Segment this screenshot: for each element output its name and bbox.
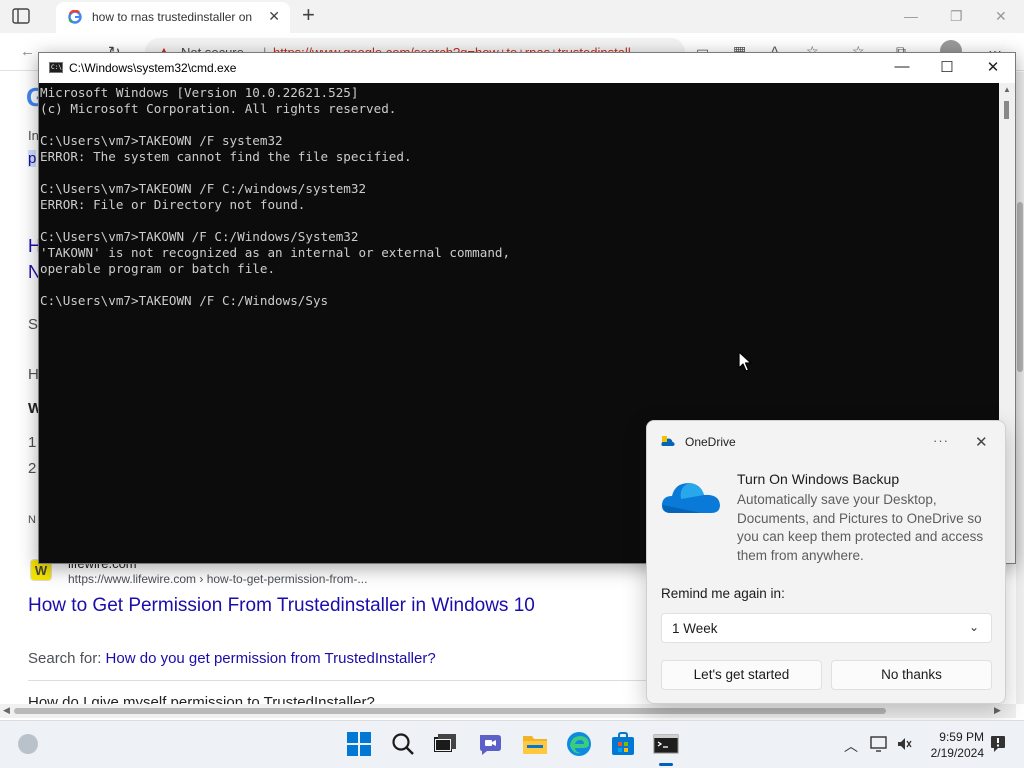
tab-close-icon[interactable]: ✕ xyxy=(268,8,280,25)
volume-icon[interactable] xyxy=(896,736,912,752)
console-line: Microsoft Windows [Version 10.0.22621.52… xyxy=(40,85,359,100)
notification-body: Automatically save your Desktop, Documen… xyxy=(737,492,984,563)
start-icon[interactable] xyxy=(346,731,372,757)
search-icon[interactable] xyxy=(390,731,416,757)
remind-select-value[interactable]: 1 Week xyxy=(672,621,718,636)
cmd-close-icon[interactable]: ✕ xyxy=(978,58,1008,76)
browser-tab[interactable]: how to rnas trustedinstaller on ✕ xyxy=(56,2,290,33)
edge-icon[interactable] xyxy=(566,731,592,757)
task-view-icon[interactable] xyxy=(432,731,458,757)
cmd-window-title: C:\Windows\system32\cmd.exe xyxy=(69,61,237,75)
hidden-text-fragment: S xyxy=(28,316,39,333)
notification-more-icon[interactable]: ··· xyxy=(933,433,949,448)
console-line: (c) Microsoft Corporation. All rights re… xyxy=(40,101,397,116)
cmd-icon xyxy=(653,734,679,754)
tab-title: how to rnas trustedinstaller on xyxy=(92,10,253,24)
cmd-app-icon: C:\ xyxy=(49,62,63,73)
cmd-minimize-icon[interactable]: — xyxy=(887,58,917,75)
hidden-text-fragment: p xyxy=(28,150,37,167)
lets-get-started-button[interactable]: Let's get started xyxy=(661,660,822,690)
result-site-url[interactable]: https://www.lifewire.com › how-to-get-pe… xyxy=(68,572,367,586)
tab-actions-icon[interactable] xyxy=(12,8,30,24)
cmd-title-bar[interactable]: C:\ C:\Windows\system32\cmd.exe — ☐ ✕ xyxy=(39,53,1015,83)
page-horizontal-scrollbar[interactable]: ◀ ▶ xyxy=(0,704,1016,718)
console-line: 'TAKOWN' is not recognized as an interna… xyxy=(40,245,511,260)
clock[interactable]: 9:59 PM 2/19/2024 xyxy=(922,729,984,761)
teams-chat-icon[interactable] xyxy=(477,731,503,757)
console-line: C:\Users\vm7>TAKOWN /F C:/Windows/System… xyxy=(40,229,359,244)
taskbar: ︿ 9:59 PM 2/19/2024 xyxy=(0,720,1024,768)
search-for-link[interactable]: How do you get permission from TrustedIn… xyxy=(106,650,436,667)
no-thanks-button[interactable]: No thanks xyxy=(831,660,992,690)
console-line: operable program or batch file. xyxy=(40,261,276,276)
notifications-icon[interactable] xyxy=(990,735,1006,753)
result-title-link[interactable]: How to Get Permission From Trustedinstal… xyxy=(28,595,535,617)
file-explorer-icon[interactable] xyxy=(522,731,548,757)
notification-close-icon[interactable]: ✕ xyxy=(975,433,988,451)
clock-date: 2/19/2024 xyxy=(930,746,984,760)
back-icon[interactable]: ← xyxy=(20,43,35,60)
show-hidden-icons-icon[interactable]: ︿ xyxy=(844,736,858,756)
remind-label: Remind me again in: xyxy=(661,586,785,601)
browser-minimize-icon[interactable]: — xyxy=(904,8,918,24)
network-icon[interactable] xyxy=(870,736,888,752)
notification-app-name: OneDrive xyxy=(685,435,736,449)
console-line: C:\Users\vm7>TAKEOWN /F system32 xyxy=(40,133,283,148)
chevron-down-icon[interactable]: ⌄ xyxy=(969,620,979,634)
browser-restore-icon[interactable]: ❐ xyxy=(950,8,963,25)
scroll-left-icon[interactable]: ◀ xyxy=(3,705,10,716)
search-for-row: Search for: How do you get permission fr… xyxy=(28,650,436,667)
cmd-scroll-thumb[interactable] xyxy=(1004,101,1009,119)
browser-close-icon[interactable]: ✕ xyxy=(995,8,1007,25)
browser-tab-strip: how to rnas trustedinstaller on ✕ + — ❐ … xyxy=(0,0,1024,33)
new-tab-icon[interactable]: + xyxy=(302,4,315,26)
related-question-text[interactable]: How do I give myself permission to Trust… xyxy=(28,694,375,704)
cmd-taskbar-button[interactable] xyxy=(653,731,679,766)
store-icon[interactable] xyxy=(610,731,636,757)
console-line: ERROR: File or Directory not found. xyxy=(40,197,306,212)
active-app-indicator xyxy=(659,763,673,766)
result-divider xyxy=(28,680,648,681)
page-scroll-thumb[interactable] xyxy=(1017,202,1023,372)
hidden-text-fragment: N xyxy=(28,514,36,526)
google-favicon-icon xyxy=(68,10,82,24)
page-vertical-scrollbar[interactable] xyxy=(1016,72,1024,704)
cmd-maximize-icon[interactable]: ☐ xyxy=(932,58,962,76)
notification-heading: Turn On Windows Backup xyxy=(737,471,900,487)
search-for-label: Search for: xyxy=(28,650,102,667)
onedrive-notification[interactable]: OneDrive ··· ✕ Turn On Windows Backup Au… xyxy=(646,420,1006,704)
console-input-line[interactable]: C:\Users\vm7>TAKEOWN /F C:/Windows/Sys xyxy=(40,293,999,309)
console-line: C:\Users\vm7>TAKEOWN /F C:/windows/syste… xyxy=(40,181,367,196)
onedrive-cloud-icon xyxy=(661,483,720,513)
hidden-text-fragment: 2 xyxy=(28,460,37,477)
cmd-scroll-up-icon[interactable]: ▲ xyxy=(1003,85,1011,94)
mouse-cursor-icon xyxy=(738,351,752,372)
console-line: ERROR: The system cannot find the file s… xyxy=(40,149,412,164)
page-hscroll-thumb[interactable] xyxy=(14,708,886,714)
scroll-right-icon[interactable]: ▶ xyxy=(994,705,1001,716)
remind-select[interactable]: 1 Week ⌄ xyxy=(661,613,992,643)
hidden-text-fragment: 1 xyxy=(28,434,37,451)
onedrive-app-icon xyxy=(661,436,675,446)
weather-widget-icon[interactable] xyxy=(18,734,38,754)
clock-time: 9:59 PM xyxy=(939,730,984,744)
